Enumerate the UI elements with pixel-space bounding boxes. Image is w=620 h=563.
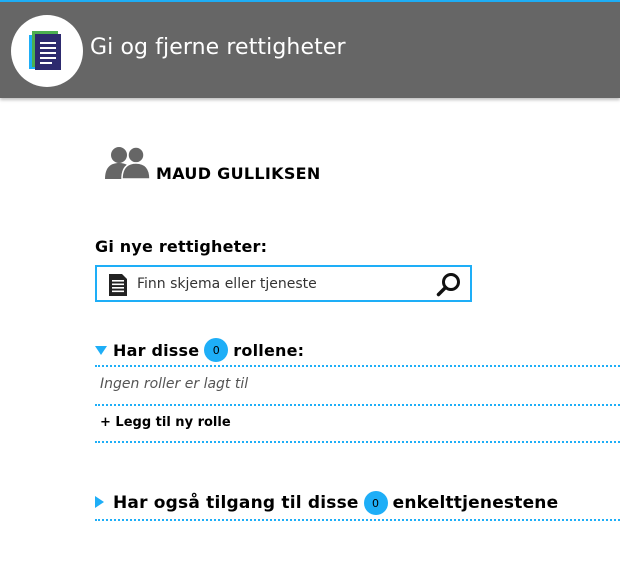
roles-count-badge: 0 (204, 338, 229, 362)
add-role-link[interactable]: + Legg til ny rolle (100, 415, 231, 430)
search-box (95, 265, 472, 302)
give-rights-label: Gi nye rettigheter: (95, 237, 268, 256)
divider (95, 404, 620, 406)
divider (95, 441, 620, 443)
page-title: Gi og fjerne rettigheter (90, 35, 346, 60)
magnifier-icon[interactable] (436, 272, 462, 298)
services-section-toggle[interactable]: Har også tilgang til disse 0 enkelttjene… (95, 491, 558, 515)
page-header: Gi og fjerne rettigheter (0, 2, 620, 98)
search-input[interactable] (137, 274, 427, 294)
triangle-right-icon (95, 493, 109, 513)
triangle-down-icon (95, 341, 109, 360)
document-icon (109, 274, 127, 300)
documents-icon (11, 15, 83, 87)
roles-suffix: rollene: (233, 340, 305, 360)
services-prefix: Har også tilgang til disse (113, 493, 359, 513)
divider (95, 519, 620, 521)
divider (95, 365, 620, 367)
persons-icon (104, 145, 152, 183)
roles-empty-text: Ingen roller er lagt til (100, 376, 249, 392)
services-suffix: enkelttjenestene (392, 493, 559, 513)
user-name: MAUD GULLIKSEN (156, 164, 321, 183)
roles-prefix: Har disse (113, 340, 200, 360)
roles-section-toggle[interactable]: Har disse 0 rollene: (95, 338, 304, 362)
services-count-badge: 0 (363, 491, 388, 515)
